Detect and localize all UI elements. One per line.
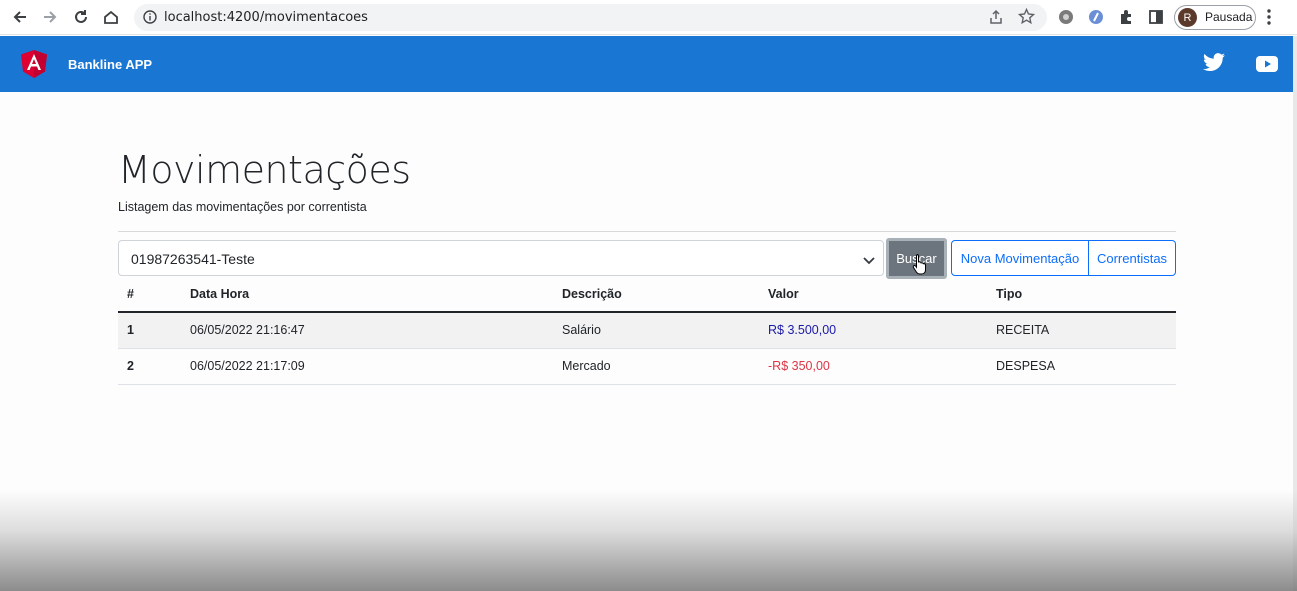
account-select[interactable]: 01987263541-Teste — [118, 240, 884, 276]
row-index: 1 — [118, 312, 181, 349]
home-icon[interactable] — [100, 6, 122, 28]
account-holders-button[interactable]: Correntistas — [1089, 240, 1176, 276]
side-panel-icon[interactable] — [1147, 8, 1165, 26]
back-arrow-icon[interactable] — [9, 6, 31, 28]
avatar: R — [1178, 8, 1197, 27]
transactions-table: # Data Hora Descrição Valor Tipo 1 06/05… — [118, 276, 1176, 385]
chevron-down-icon — [863, 253, 875, 271]
row-datetime: 06/05/2022 21:17:09 — [181, 348, 553, 385]
new-transaction-button[interactable]: Nova Movimentação — [951, 240, 1089, 276]
page-subtitle: Listagem das movimentações por correntis… — [118, 200, 367, 214]
browser-toolbar: localhost:4200/movimentacoes R Pausada — [0, 0, 1297, 35]
table-row: 2 06/05/2022 21:17:09 Mercado -R$ 350,00… — [118, 348, 1176, 385]
column-header: Tipo — [987, 276, 1176, 313]
profile-label: Pausada — [1205, 10, 1253, 24]
divider — [118, 231, 1176, 232]
row-index: 2 — [118, 348, 181, 385]
row-type: DESPESA — [987, 348, 1176, 385]
twitter-icon[interactable] — [1202, 53, 1226, 78]
page-title: Movimentações — [118, 148, 411, 192]
app-header: Bankline APP — [0, 36, 1297, 92]
bottom-fade-overlay — [0, 490, 1297, 591]
row-datetime: 06/05/2022 21:16:47 — [181, 312, 553, 349]
table-row: 1 06/05/2022 21:16:47 Salário R$ 3.500,0… — [118, 312, 1176, 349]
reload-icon[interactable] — [70, 6, 92, 28]
url-text[interactable]: localhost:4200/movimentacoes — [164, 10, 368, 25]
row-description: Salário — [553, 312, 759, 349]
account-select-value: 01987263541-Teste — [131, 251, 255, 267]
extension-icon[interactable] — [1057, 8, 1075, 26]
row-description: Mercado — [553, 348, 759, 385]
column-header: # — [118, 276, 181, 313]
column-header: Descrição — [553, 276, 759, 313]
youtube-icon[interactable] — [1256, 56, 1278, 77]
info-icon[interactable] — [143, 10, 157, 29]
row-value: -R$ 350,00 — [759, 348, 987, 385]
row-type: RECEITA — [987, 312, 1176, 349]
scrollbar[interactable] — [1293, 36, 1297, 591]
menu-dots-icon[interactable] — [1266, 8, 1272, 31]
share-icon[interactable] — [988, 9, 1004, 30]
column-header: Data Hora — [181, 276, 553, 313]
column-header: Valor — [759, 276, 987, 313]
table-header-row: # Data Hora Descrição Valor Tipo — [118, 276, 1176, 313]
app-brand[interactable]: Bankline APP — [68, 57, 152, 72]
profile-button[interactable]: R Pausada — [1174, 5, 1256, 30]
row-value: R$ 3.500,00 — [759, 312, 987, 349]
star-icon[interactable] — [1017, 7, 1036, 30]
extension-icon[interactable] — [1087, 8, 1105, 26]
forward-arrow-icon[interactable] — [39, 6, 61, 28]
puzzle-icon[interactable] — [1117, 8, 1135, 26]
address-bar[interactable]: localhost:4200/movimentacoes — [134, 4, 1047, 31]
angular-logo-icon — [20, 49, 48, 84]
action-button-group: Nova Movimentação Correntistas — [951, 240, 1176, 276]
